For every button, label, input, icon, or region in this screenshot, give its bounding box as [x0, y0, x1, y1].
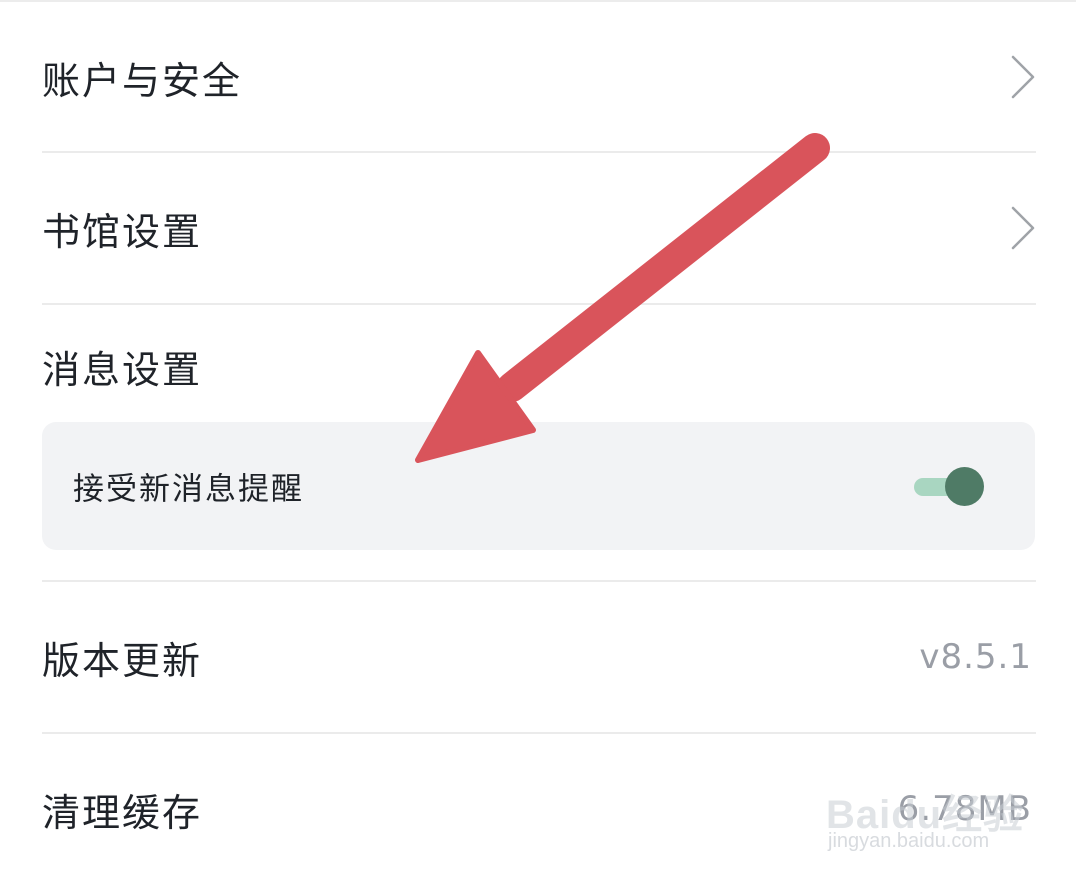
message-settings-label: 消息设置	[42, 347, 203, 392]
clear-cache-row[interactable]: 清理缓存 6.78MB	[42, 734, 1036, 884]
account-security-label: 账户与安全	[42, 58, 243, 103]
message-settings-header: 消息设置	[42, 318, 1036, 414]
new-message-notification-label: 接受新消息提醒	[73, 471, 304, 508]
cache-size-value: 6.78MB	[897, 789, 1032, 829]
chevron-right-icon	[1011, 55, 1035, 99]
library-settings-row[interactable]: 书馆设置	[42, 153, 1036, 303]
library-settings-label: 书馆设置	[42, 209, 203, 254]
account-security-row[interactable]: 账户与安全	[42, 2, 1036, 152]
clear-cache-label: 清理缓存	[42, 790, 203, 835]
version-update-row[interactable]: 版本更新 v8.5.1	[42, 582, 1036, 732]
version-update-label: 版本更新	[42, 638, 203, 683]
new-message-notification-card: 接受新消息提醒	[42, 422, 1035, 550]
row-divider	[42, 303, 1036, 305]
new-message-toggle[interactable]	[914, 467, 984, 507]
chevron-right-icon	[1011, 206, 1035, 250]
toggle-knob	[945, 467, 984, 506]
version-value: v8.5.1	[919, 637, 1032, 677]
